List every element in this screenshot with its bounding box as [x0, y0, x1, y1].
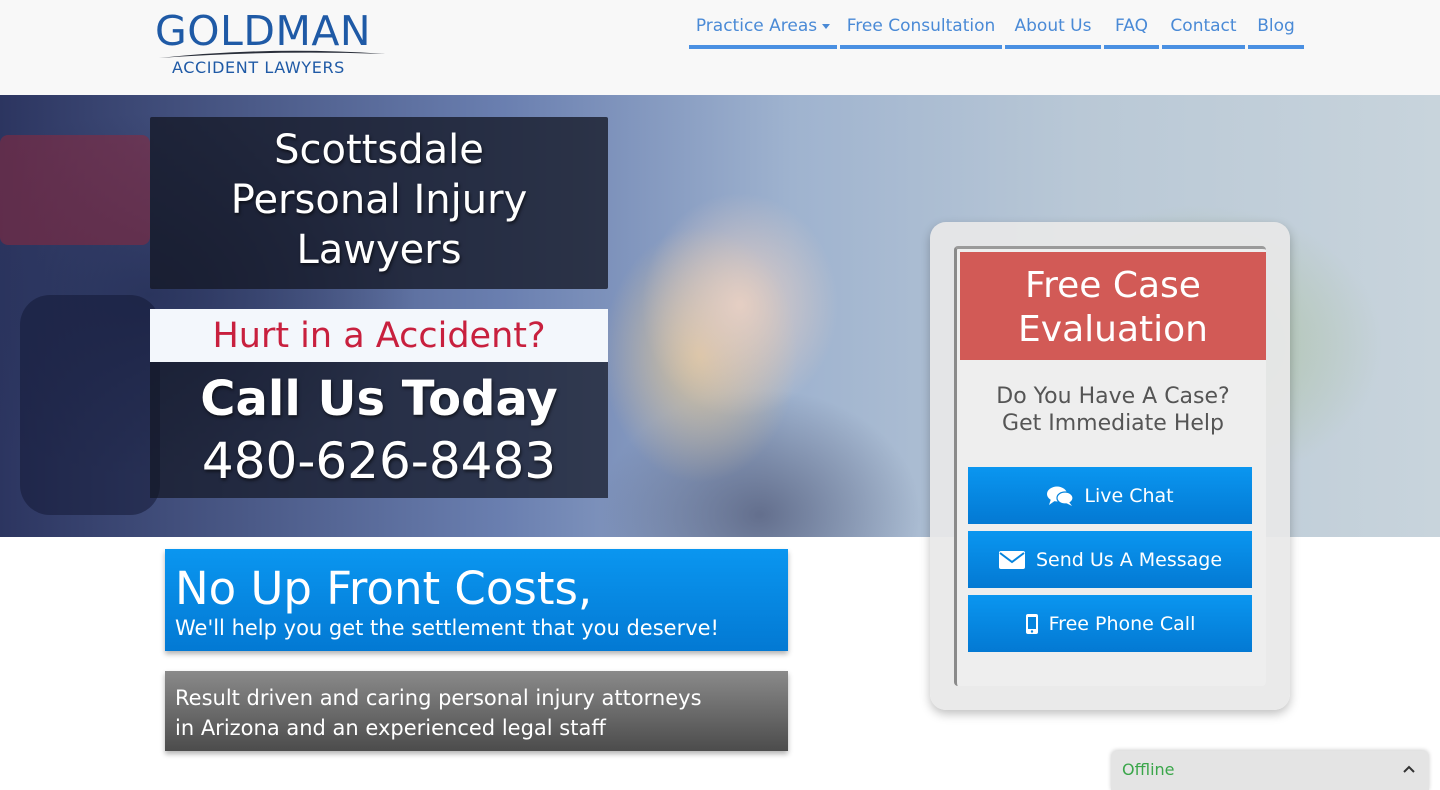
hurt-banner: Hurt in a Accident?	[150, 309, 608, 362]
hero-title-box: Scottsdale Personal Injury Lawyers	[150, 117, 608, 289]
mobile-phone-icon	[1025, 613, 1038, 634]
call-today-text: Call Us Today	[200, 371, 558, 427]
hero-background-car	[0, 135, 150, 245]
hero-title-line: Personal Injury	[230, 177, 528, 223]
case-evaluation-header: Free Case Evaluation	[960, 252, 1266, 360]
phone-number-link[interactable]: 480-626-8483	[150, 430, 608, 492]
nav-label: Contact	[1170, 16, 1237, 36]
results-line: Result driven and caring personal injury…	[175, 686, 702, 710]
nav-label: About Us	[1014, 16, 1092, 36]
case-evaluation-widget: Free Case Evaluation Do You Have A Case?…	[930, 222, 1290, 710]
nav-faq[interactable]: FAQ	[1104, 0, 1159, 49]
live-chat-label: Live Chat	[1084, 484, 1174, 507]
chevron-up-icon[interactable]	[1403, 765, 1415, 773]
nav-label: Practice Areas	[695, 16, 818, 36]
nav-contact[interactable]: Contact	[1162, 0, 1245, 49]
case-evaluation-subtitle-line: Do You Have A Case?	[996, 384, 1230, 409]
case-evaluation-title-line: Evaluation	[1018, 309, 1208, 350]
logo-tagline: ACCIDENT LAWYERS	[172, 58, 345, 77]
send-message-label: Send Us A Message	[1035, 548, 1223, 571]
call-box: Call Us Today 480-626-8483	[150, 362, 608, 498]
case-evaluation-subtitle: Do You Have A Case? Get Immediate Help	[957, 383, 1269, 437]
caret-down-icon	[822, 23, 831, 29]
free-phone-call-button[interactable]: Free Phone Call	[968, 595, 1252, 652]
no-up-front-costs-panel: No Up Front Costs, We'll help you get th…	[165, 549, 788, 651]
chat-status: Offline	[1122, 760, 1175, 779]
envelope-icon	[998, 550, 1025, 569]
chat-bubbles-icon	[1047, 486, 1074, 506]
nav-label: Blog	[1257, 16, 1295, 36]
panel-headline: No Up Front Costs,	[175, 562, 593, 615]
site-logo[interactable]: GOLDMAN ACCIDENT LAWYERS	[155, 8, 390, 77]
send-message-button[interactable]: Send Us A Message	[968, 531, 1252, 588]
nav-about-us[interactable]: About Us	[1005, 0, 1101, 49]
panel-subtext: We'll help you get the settlement that y…	[175, 616, 719, 640]
chat-widget-bar[interactable]: Offline	[1111, 751, 1429, 790]
site-header: GOLDMAN ACCIDENT LAWYERS Practice Areas …	[0, 0, 1440, 95]
results-line: in Arizona and an experienced legal staf…	[175, 716, 606, 740]
hero-title-line: Scottsdale	[274, 127, 484, 173]
results-panel: Result driven and caring personal injury…	[165, 671, 788, 751]
nav-blog[interactable]: Blog	[1248, 0, 1304, 49]
hurt-text: Hurt in a Accident?	[212, 316, 546, 356]
case-evaluation-title: Free Case Evaluation	[960, 264, 1266, 352]
nav-label: Free Consultation	[846, 16, 996, 36]
nav-label: FAQ	[1115, 16, 1148, 36]
hero-title-line: Lawyers	[296, 227, 462, 273]
nav-free-consultation[interactable]: Free Consultation	[840, 0, 1002, 49]
hero-background-wheel	[20, 295, 160, 515]
case-evaluation-title-line: Free Case	[1025, 265, 1201, 306]
hero-title: Scottsdale Personal Injury Lawyers	[150, 125, 608, 275]
results-text: Result driven and caring personal injury…	[175, 683, 775, 743]
live-chat-button[interactable]: Live Chat	[968, 467, 1252, 524]
nav-practice-areas[interactable]: Practice Areas	[689, 0, 837, 49]
case-evaluation-subtitle-line: Get Immediate Help	[1002, 411, 1224, 436]
free-phone-call-label: Free Phone Call	[1048, 612, 1196, 635]
